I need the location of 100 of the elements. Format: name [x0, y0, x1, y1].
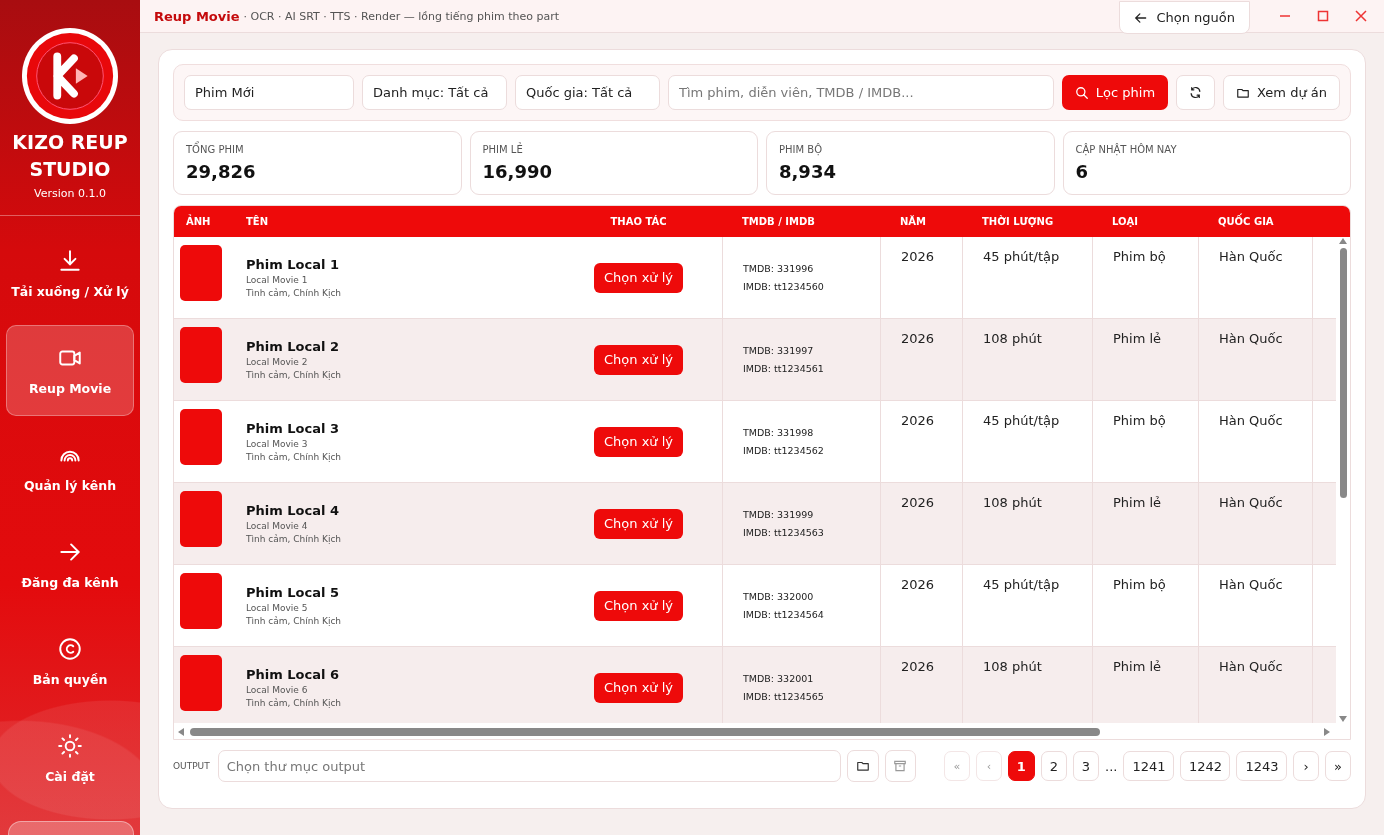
- duration-cell: 45 phút/tập: [983, 249, 1060, 264]
- year-cell: 2026: [901, 577, 935, 592]
- genre-text: Tình cảm, Chính Kịch: [246, 698, 343, 708]
- select-process-button[interactable]: Chọn xử lý: [594, 262, 683, 293]
- tmdb-id: TMDB: 331996: [743, 263, 815, 274]
- stat-value: 6: [1075, 161, 1090, 182]
- download-icon: [57, 248, 83, 274]
- country-cell: Hàn Quốc: [1219, 413, 1283, 428]
- year-cell: 2026: [901, 495, 935, 510]
- movie-poster: [180, 655, 222, 711]
- vertical-scrollbar[interactable]: [1338, 236, 1348, 724]
- nav-item[interactable]: Bản quyền: [6, 616, 134, 707]
- tmdb-id: TMDB: 332000: [743, 591, 815, 602]
- last-page-button[interactable]: »: [1325, 751, 1351, 781]
- movie-poster: [180, 327, 222, 383]
- page-button[interactable]: 1241: [1123, 751, 1174, 781]
- select-process-button[interactable]: Chọn xử lý: [594, 508, 683, 539]
- original-title: Local Movie 2: [246, 357, 309, 367]
- column-header: THAO TÁC: [609, 216, 668, 227]
- movie-title: Phim Local 4: [246, 503, 341, 518]
- logo-icon: [21, 27, 119, 125]
- page-button[interactable]: 2: [1040, 751, 1067, 781]
- list-dropdown[interactable]: Phim Mới: [184, 75, 354, 110]
- imdb-id: IMDB: tt1234565: [743, 691, 825, 702]
- first-page-button[interactable]: «: [943, 751, 970, 781]
- close-icon[interactable]: [1355, 10, 1367, 22]
- duration-cell: 45 phút/tập: [983, 413, 1060, 428]
- archive-icon: [893, 759, 908, 773]
- column-header: LOẠI: [1111, 216, 1139, 227]
- output-label: OUTPUT: [173, 761, 210, 771]
- movie-title: Phim Local 3: [246, 421, 341, 436]
- select-process-button[interactable]: Chọn xử lý: [594, 344, 683, 375]
- previous-page-button[interactable]: ‹: [975, 751, 1002, 781]
- movie-title: Phim Local 2: [246, 339, 341, 354]
- page-button[interactable]: 1242: [1179, 751, 1231, 781]
- category-dropdown[interactable]: Danh mục: Tất cả: [362, 75, 507, 110]
- nav-item[interactable]: Quản lý kênh: [6, 422, 134, 513]
- maximize-icon[interactable]: [1317, 10, 1329, 22]
- sun-icon: [57, 733, 83, 759]
- archive-button[interactable]: [884, 750, 917, 782]
- browse-folder-button[interactable]: [847, 750, 879, 782]
- copyright-icon: [57, 636, 83, 662]
- stat-value: 29,826: [186, 161, 257, 182]
- duration-cell: 108 phút: [983, 495, 1042, 510]
- genre-text: Tình cảm, Chính Kịch: [246, 534, 343, 544]
- genre-text: Tình cảm, Chính Kịch: [246, 288, 343, 298]
- select-process-button[interactable]: Chọn xử lý: [594, 590, 683, 621]
- tmdb-id: TMDB: 331997: [743, 345, 815, 356]
- genre-text: Tình cảm, Chính Kịch: [246, 452, 343, 462]
- country-cell: Hàn Quốc: [1219, 249, 1283, 264]
- select-process-button[interactable]: Chọn xử lý: [594, 672, 683, 703]
- imdb-id: IMDB: tt1234560: [743, 281, 825, 292]
- movie-title: Phim Local 1: [246, 257, 341, 272]
- imdb-id: IMDB: tt1234563: [743, 527, 825, 538]
- duration-cell: 108 phút: [983, 659, 1042, 674]
- stat-label: PHIM LẺ: [482, 144, 524, 155]
- original-title: Local Movie 5: [246, 603, 309, 613]
- country-dropdown[interactable]: Quốc gia: Tất cả: [515, 75, 660, 110]
- back-button[interactable]: Chọn nguồn: [1119, 1, 1250, 34]
- filter-button[interactable]: Lọc phim: [1061, 75, 1169, 110]
- select-process-button[interactable]: Chọn xử lý: [594, 426, 683, 457]
- type-cell: Phim lẻ: [1113, 495, 1162, 510]
- country-cell: Hàn Quốc: [1219, 495, 1283, 510]
- page-button[interactable]: 3: [1072, 751, 1099, 781]
- column-header: TÊN: [245, 216, 270, 227]
- year-cell: 2026: [901, 413, 935, 428]
- output-folder-field[interactable]: Chọn thư mục output: [217, 750, 842, 782]
- nav-item[interactable]: Cài đặt: [6, 713, 134, 804]
- refresh-icon: [1189, 86, 1203, 99]
- tmdb-id: TMDB: 331998: [743, 427, 815, 438]
- page-button[interactable]: 1: [1007, 751, 1035, 781]
- search-field[interactable]: Tìm phim, diễn viên, TMDB / IMDB...: [668, 75, 1054, 110]
- column-header: THỜI LƯỢNG: [981, 216, 1055, 227]
- original-title: Local Movie 3: [246, 439, 309, 449]
- imdb-id: IMDB: tt1234561: [743, 363, 825, 374]
- type-cell: Phim lẻ: [1113, 659, 1162, 674]
- pagination-ellipsis: ...: [1105, 758, 1118, 774]
- nav-item[interactable]: Đăng đa kênh: [6, 519, 134, 610]
- column-header: TMDB / IMDB: [741, 216, 816, 227]
- view-projects-button[interactable]: Xem dự án: [1223, 75, 1340, 110]
- year-cell: 2026: [901, 331, 935, 346]
- column-header: NĂM: [899, 216, 928, 227]
- nav-item[interactable]: Reup Movie: [6, 325, 134, 416]
- nav-item[interactable]: Tải xuống / Xử lý: [6, 228, 134, 319]
- app-name: KIZO REUP: [12, 130, 128, 155]
- next-page-button[interactable]: ›: [1293, 751, 1319, 781]
- version-label: Version 0.1.0: [34, 187, 106, 200]
- stat-label: PHIM BỘ: [779, 144, 824, 155]
- movie-title: Phim Local 6: [246, 667, 341, 682]
- app-name: STUDIO: [28, 157, 112, 182]
- page-button[interactable]: 1243: [1236, 751, 1287, 781]
- genre-text: Tình cảm, Chính Kịch: [246, 370, 343, 380]
- refresh-button[interactable]: [1176, 75, 1216, 110]
- arrow-left-icon: [1134, 10, 1149, 25]
- year-cell: 2026: [901, 249, 935, 264]
- movie-title: Phim Local 5: [246, 585, 341, 600]
- original-title: Local Movie 1: [246, 275, 309, 285]
- stat-value: 8,934: [779, 161, 837, 182]
- duration-cell: 108 phút: [983, 331, 1042, 346]
- country-cell: Hàn Quốc: [1219, 659, 1283, 674]
